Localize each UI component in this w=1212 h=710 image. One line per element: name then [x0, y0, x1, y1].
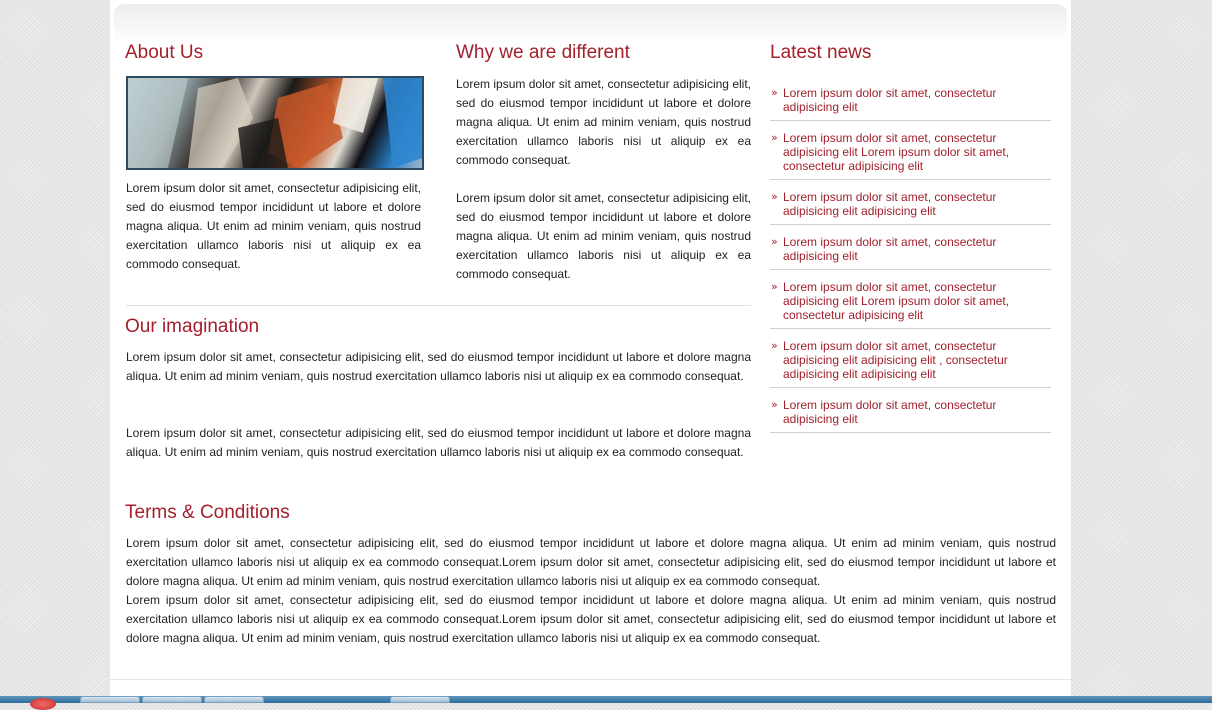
double-chevron-right-icon: »: [771, 86, 778, 99]
imagination-heading: Our imagination: [125, 316, 260, 337]
news-item: » Lorem ipsum dolor sit amet, consectetur…: [770, 188, 1051, 225]
news-item: » Lorem ipsum dolor sit amet, consectetur…: [770, 233, 1051, 270]
about-heading: About Us: [125, 42, 204, 63]
news-link[interactable]: Lorem ipsum dolor sit amet, consectetur …: [783, 235, 1051, 263]
news-link[interactable]: Lorem ipsum dolor sit amet, consectetur …: [783, 398, 1051, 426]
section-divider: [126, 305, 751, 306]
taskbar-button[interactable]: [80, 696, 140, 703]
news-link[interactable]: Lorem ipsum dolor sit amet, consectetur …: [783, 131, 1051, 173]
terms-heading: Terms & Conditions: [125, 502, 290, 523]
content-page: About Us Lorem ipsum dolor sit amet, con…: [110, 0, 1071, 696]
double-chevron-right-icon: »: [771, 398, 778, 411]
different-paragraph-1: Lorem ipsum dolor sit amet, consectetur …: [456, 77, 751, 167]
taskbar-button[interactable]: [390, 696, 450, 703]
about-text: Lorem ipsum dolor sit amet, consectetur …: [126, 181, 421, 271]
double-chevron-right-icon: »: [771, 131, 778, 144]
double-chevron-right-icon: »: [771, 339, 778, 352]
news-link[interactable]: Lorem ipsum dolor sit amet, consectetur …: [783, 280, 1051, 322]
news-heading: Latest news: [770, 42, 872, 63]
taskbar-button[interactable]: [142, 696, 202, 703]
news-link[interactable]: Lorem ipsum dolor sit amet, consectetur …: [783, 339, 1051, 381]
terms-paragraph-1: Lorem ipsum dolor sit amet, consectetur …: [126, 536, 1056, 588]
news-link[interactable]: Lorem ipsum dolor sit amet, consectetur …: [783, 86, 1051, 114]
different-paragraph-2: Lorem ipsum dolor sit amet, consectetur …: [456, 191, 751, 281]
news-item: » Lorem ipsum dolor sit amet, consectetur…: [770, 396, 1051, 433]
double-chevron-right-icon: »: [771, 190, 778, 203]
different-heading: Why we are different: [456, 42, 630, 63]
start-button[interactable]: [30, 698, 56, 710]
imagination-paragraph-1: Lorem ipsum dolor sit amet, consectetur …: [126, 350, 751, 383]
news-item: » Lorem ipsum dolor sit amet, consectetur…: [770, 84, 1051, 121]
news-link[interactable]: Lorem ipsum dolor sit amet, consectetur …: [783, 190, 1051, 218]
about-hero-image: [126, 76, 424, 170]
news-item: » Lorem ipsum dolor sit amet, consectetur…: [770, 278, 1051, 329]
taskbar-button[interactable]: [204, 696, 264, 703]
double-chevron-right-icon: »: [771, 235, 778, 248]
double-chevron-right-icon: »: [771, 280, 778, 293]
terms-paragraph-2: Lorem ipsum dolor sit amet, consectetur …: [126, 593, 1056, 645]
news-item: » Lorem ipsum dolor sit amet, consectetur…: [770, 337, 1051, 388]
page-footer-line: [110, 679, 1071, 680]
news-list: » Lorem ipsum dolor sit amet, consectetur…: [770, 84, 1051, 441]
news-item: » Lorem ipsum dolor sit amet, consectetur…: [770, 129, 1051, 180]
imagination-paragraph-2: Lorem ipsum dolor sit amet, consectetur …: [126, 426, 751, 459]
page-header-band: [114, 4, 1067, 44]
